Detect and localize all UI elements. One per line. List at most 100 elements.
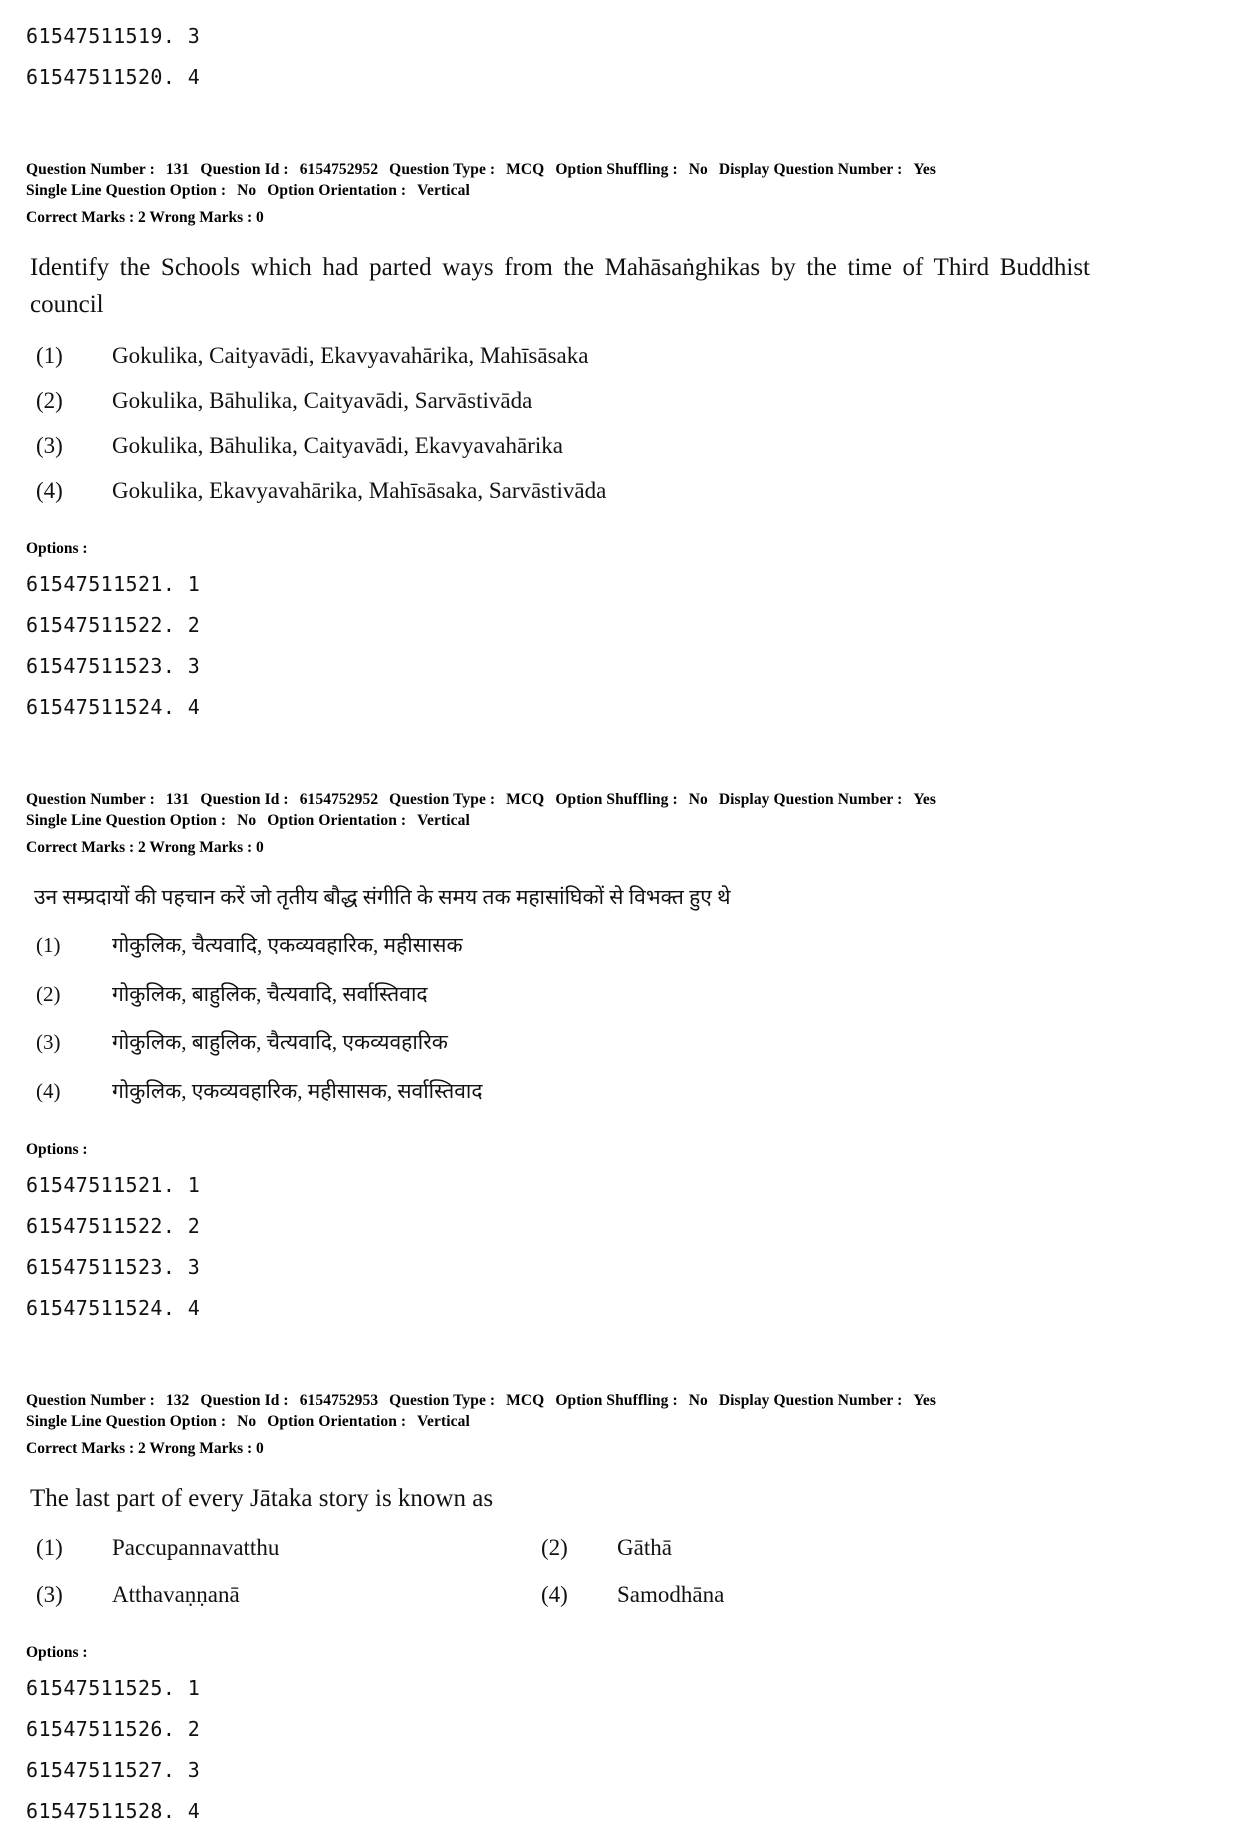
- options-heading: Options :: [26, 540, 88, 558]
- single-line-question-option-label: Single Line Question Option :: [26, 1413, 227, 1431]
- marks-line: Correct Marks : 2 Wrong Marks : 0: [0, 1440, 1240, 1458]
- option-code-list: 61547511525. 1 61547511526. 2 6154751152…: [0, 1674, 1240, 1826]
- top-spacer: [0, 0, 1240, 22]
- option-code: 61547511525. 1: [26, 1675, 201, 1700]
- display-question-number-label: Display Question Number :: [718, 161, 903, 178]
- wrong-marks-label: Wrong Marks :: [149, 208, 253, 226]
- option-code: 61547511520. 4: [26, 65, 201, 89]
- option-orientation-label: Option Orientation :: [267, 811, 407, 829]
- choice-text: गोकुलिक, बाहुलिक, चैत्यवादि, एकव्यवहारिक: [112, 1030, 448, 1055]
- question-id-value: 6154752952: [299, 791, 379, 809]
- question-id-label: Question Id :: [200, 791, 289, 809]
- question-type-label: Question Type :: [389, 161, 496, 178]
- correct-marks-label: Correct Marks :: [26, 1440, 135, 1458]
- choice-number: (2): [36, 981, 61, 1006]
- question-number-value: 131: [165, 791, 190, 809]
- question-metadata: Question Number : 131 Question Id : 6154…: [0, 790, 1240, 832]
- option-code: 61547511521. 1: [26, 1173, 201, 1198]
- option-orientation-value: Vertical: [417, 1413, 470, 1431]
- option-shuffling-value: No: [688, 791, 708, 809]
- display-question-number-value: Yes: [913, 1392, 937, 1410]
- option-shuffling-value: No: [688, 161, 708, 178]
- marks-line: Correct Marks : 2 Wrong Marks : 0: [0, 209, 1240, 227]
- display-question-number-value: Yes: [913, 791, 937, 809]
- choice-text: Gokulika, Bāhulika, Caityavādi, Sarvāsti…: [112, 387, 533, 413]
- single-line-question-option-value: No: [237, 1413, 257, 1431]
- display-question-number-label: Display Question Number :: [718, 791, 903, 809]
- answer-choice[interactable]: (4) Gokulika, Ekavyavahārika, Mahīsāsaka…: [36, 475, 1240, 506]
- answer-choice[interactable]: (4) Samodhāna: [541, 1579, 1240, 1610]
- question-type-label: Question Type :: [389, 791, 496, 809]
- option-shuffling-value: No: [688, 1392, 708, 1410]
- answer-choice-list: (1) Paccupannavatthu (2) Gāthā (3) Attha…: [0, 1532, 1240, 1610]
- choice-number: (3): [36, 1030, 61, 1055]
- option-code: 61547511528. 4: [26, 1798, 201, 1823]
- choice-number: (1): [36, 1534, 63, 1560]
- single-line-question-option-label: Single Line Question Option :: [26, 181, 227, 199]
- option-code: 61547511524. 4: [26, 1296, 201, 1321]
- answer-choice[interactable]: (3) Gokulika, Bāhulika, Caityavādi, Ekav…: [36, 430, 1240, 461]
- question-number-label: Question Number :: [26, 791, 155, 809]
- single-line-question-option-value: No: [237, 811, 257, 829]
- answer-choice[interactable]: (1) गोकुलिक, चैत्यवादि, एकव्यवहारिक, मही…: [36, 930, 1240, 962]
- answer-choice[interactable]: (3) Atthavaṇṇanā: [36, 1579, 541, 1610]
- choice-text: गोकुलिक, एकव्यवहारिक, महीसासक, सर्वास्ति…: [112, 1078, 483, 1103]
- question-number-value: 132: [165, 1392, 190, 1410]
- option-code: 61547511519. 3: [26, 24, 201, 48]
- wrong-marks-label: Wrong Marks :: [149, 1440, 253, 1458]
- choice-number: (2): [36, 387, 63, 413]
- option-orientation-label: Option Orientation :: [267, 1413, 407, 1431]
- answer-choice[interactable]: (4) गोकुलिक, एकव्यवहारिक, महीसासक, सर्वा…: [36, 1076, 1240, 1108]
- wrong-marks-value: 0: [256, 1440, 264, 1458]
- correct-marks-value: 2: [138, 208, 146, 226]
- answer-choice-list: (1) गोकुलिक, चैत्यवादि, एकव्यवहारिक, मही…: [0, 930, 1240, 1107]
- display-question-number-label: Display Question Number :: [718, 1392, 903, 1410]
- question-id-label: Question Id :: [200, 161, 289, 178]
- question-id-label: Question Id :: [200, 1392, 289, 1410]
- choice-text: Gokulika, Caityavādi, Ekavyavahārika, Ma…: [112, 342, 589, 368]
- option-shuffling-label: Option Shuffling :: [555, 791, 678, 809]
- metadata-line-1: Question Number : 131 Question Id : 6154…: [26, 790, 1240, 811]
- question-type-value: MCQ: [506, 161, 545, 178]
- choice-number: (4): [541, 1581, 568, 1607]
- exam-question-page: 61547511519. 3 61547511520. 4 Question N…: [0, 0, 1240, 1826]
- choice-number: (1): [36, 342, 63, 368]
- metadata-line-1: Question Number : 131 Question Id : 6154…: [26, 160, 1240, 181]
- wrong-marks-value: 0: [256, 208, 264, 226]
- option-code-list: 61547511521. 1 61547511522. 2 6154751152…: [0, 1171, 1240, 1323]
- choice-number: (1): [36, 933, 61, 958]
- choice-number: (2): [541, 1534, 568, 1560]
- option-code-list: 61547511521. 1 61547511522. 2 6154751152…: [0, 570, 1240, 722]
- answer-choice[interactable]: (2) Gāthā: [541, 1532, 1240, 1563]
- metadata-line-2: Single Line Question Option : No Option …: [26, 1412, 1240, 1433]
- choice-number: (3): [36, 1581, 63, 1607]
- metadata-line-2: Single Line Question Option : No Option …: [26, 811, 1240, 832]
- options-heading: Options :: [26, 1141, 88, 1159]
- answer-choice[interactable]: (2) गोकुलिक, बाहुलिक, चैत्यवादि, सर्वास्…: [36, 979, 1240, 1011]
- question-type-label: Question Type :: [389, 1392, 496, 1410]
- answer-choice[interactable]: (1) Paccupannavatthu: [36, 1532, 541, 1563]
- question-type-value: MCQ: [506, 791, 545, 809]
- option-code: 61547511523. 3: [26, 1255, 201, 1280]
- option-code: 61547511524. 4: [26, 695, 201, 720]
- marks-line: Correct Marks : 2 Wrong Marks : 0: [0, 839, 1240, 857]
- answer-choice-list: (1) Gokulika, Caityavādi, Ekavyavahārika…: [0, 340, 1240, 506]
- question-number-label: Question Number :: [26, 161, 155, 178]
- correct-marks-label: Correct Marks :: [26, 208, 135, 226]
- answer-choice[interactable]: (1) Gokulika, Caityavādi, Ekavyavahārika…: [36, 340, 1240, 371]
- correct-marks-value: 2: [138, 1440, 146, 1458]
- option-code: 61547511527. 3: [26, 1757, 201, 1782]
- answer-choice[interactable]: (3) गोकुलिक, बाहुलिक, चैत्यवादि, एकव्यवह…: [36, 1027, 1240, 1059]
- option-shuffling-label: Option Shuffling :: [555, 161, 678, 178]
- option-shuffling-label: Option Shuffling :: [555, 1392, 678, 1410]
- choice-text: Gāthā: [617, 1534, 672, 1560]
- choice-number: (4): [36, 1078, 61, 1103]
- question-stem: Identify the Schools which had parted wa…: [30, 253, 1090, 319]
- option-code: 61547511522. 2: [26, 613, 201, 638]
- option-code: 61547511523. 3: [26, 654, 201, 679]
- question-type-value: MCQ: [506, 1392, 545, 1410]
- answer-choice[interactable]: (2) Gokulika, Bāhulika, Caityavādi, Sarv…: [36, 385, 1240, 416]
